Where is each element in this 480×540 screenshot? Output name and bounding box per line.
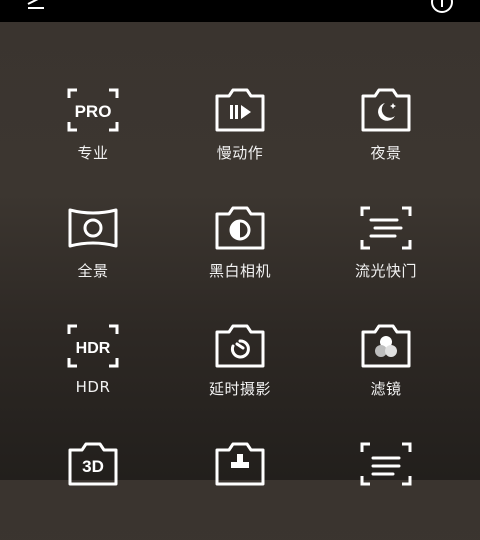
mode-filter[interactable]: 滤镜 bbox=[326, 322, 446, 422]
mode-hdr[interactable]: HDR HDR bbox=[33, 322, 153, 422]
mode-light-painting[interactable]: 流光快门 bbox=[326, 204, 446, 304]
3d-icon-text: 3D bbox=[82, 457, 104, 476]
document-stamp-icon bbox=[215, 442, 265, 486]
time-lapse-icon bbox=[215, 324, 265, 368]
mode-document-stamp[interactable] bbox=[180, 440, 300, 540]
mode-panorama[interactable]: 全景 bbox=[33, 204, 153, 304]
mode-label-time-lapse: 延时摄影 bbox=[208, 380, 271, 398]
panorama-icon bbox=[68, 208, 118, 248]
mode-label-panorama: 全景 bbox=[77, 262, 109, 280]
mode-label-night: 夜景 bbox=[370, 144, 402, 162]
mode-label-monochrome: 黑白相机 bbox=[208, 262, 271, 280]
mode-night[interactable]: 夜景 bbox=[326, 86, 446, 186]
light-painting-icon bbox=[360, 206, 412, 250]
mode-label-pro: 专业 bbox=[77, 144, 109, 162]
mode-3d[interactable]: 3D bbox=[33, 440, 153, 540]
hdr-icon-text: HDR bbox=[76, 340, 111, 357]
slow-motion-icon bbox=[215, 88, 265, 132]
mode-pro[interactable]: PRO 专业 bbox=[33, 86, 153, 186]
mode-label-hdr: HDR bbox=[75, 378, 111, 396]
pro-icon: PRO bbox=[67, 88, 119, 132]
mode-time-lapse[interactable]: 延时摄影 bbox=[180, 322, 300, 422]
filter-icon bbox=[361, 324, 411, 368]
mode-label-slow-motion: 慢动作 bbox=[216, 144, 264, 162]
night-icon bbox=[361, 88, 411, 132]
mode-monochrome[interactable]: 黑白相机 bbox=[180, 204, 300, 304]
camera-mode-grid: PRO 专业 慢动作 夜景 全景 黑白相机 流光快门 HDR HDR 延时摄影 … bbox=[0, 0, 480, 486]
mode-slow-motion[interactable]: 慢动作 bbox=[180, 86, 300, 186]
monochrome-icon bbox=[215, 206, 265, 250]
mode-document-scan[interactable] bbox=[326, 440, 446, 540]
mode-label-filter: 滤镜 bbox=[370, 380, 402, 398]
pro-icon-text: PRO bbox=[75, 102, 112, 121]
hdr-icon: HDR bbox=[67, 324, 119, 368]
mode-label-light-painting: 流光快门 bbox=[354, 262, 417, 280]
document-scan-icon bbox=[360, 442, 412, 486]
3d-icon: 3D bbox=[68, 442, 118, 486]
